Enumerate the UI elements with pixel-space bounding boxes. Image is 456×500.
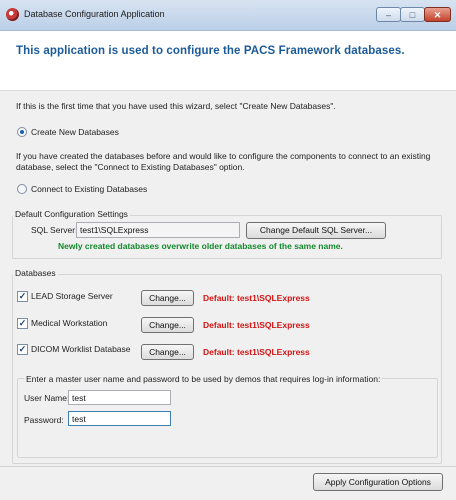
create-new-radio[interactable] [17,127,27,137]
app-icon [6,8,19,21]
password-label: Password: [24,415,64,425]
first-time-text: If this is the first time that you have … [16,101,336,111]
change-lead-storage-button[interactable]: Change... [141,290,194,306]
close-button[interactable]: ✕ [424,7,451,22]
overwrite-note: Newly created databases overwrite older … [58,241,343,251]
sql-server-field: test1\SQLExpress [76,222,240,238]
username-input[interactable]: test [68,390,171,405]
header-panel [0,31,456,91]
apply-configuration-button[interactable]: Apply Configuration Options [313,473,443,491]
database-status: Default: test1\SQLExpress [203,347,310,357]
database-label: Medical Workstation [31,318,108,328]
dicom-worklist-checkbox[interactable]: ✓ [17,344,28,355]
minimize-button[interactable]: – [376,7,401,22]
change-default-sql-server-button[interactable]: Change Default SQL Server... [246,222,386,239]
change-dicom-worklist-button[interactable]: Change... [141,344,194,360]
existing-db-text: If you have created the databases before… [16,151,431,172]
footer-separator [0,466,456,467]
databases-label: Databases [13,268,58,279]
connect-existing-label[interactable]: Connect to Existing Databases [31,184,147,195]
change-medical-workstation-button[interactable]: Change... [141,317,194,333]
password-input[interactable]: test [68,411,171,426]
sql-server-label: SQL Server: [31,225,78,235]
window-title: Database Configuration Application [24,9,165,19]
create-new-label[interactable]: Create New Databases [31,127,119,138]
medical-workstation-checkbox[interactable]: ✓ [17,318,28,329]
credentials-prompt: Enter a master user name and password to… [24,374,383,385]
maximize-button[interactable]: □ [400,7,425,22]
default-settings-label: Default Configuration Settings [13,209,130,220]
connect-existing-radio[interactable] [17,184,27,194]
database-status: Default: test1\SQLExpress [203,320,310,330]
lead-storage-server-checkbox[interactable]: ✓ [17,291,28,302]
username-label: User Name: [24,393,70,403]
database-status: Default: test1\SQLExpress [203,293,310,303]
database-label: LEAD Storage Server [31,291,113,301]
database-label: DICOM Worklist Database [31,344,131,354]
header-text: This application is used to configure th… [16,45,405,57]
